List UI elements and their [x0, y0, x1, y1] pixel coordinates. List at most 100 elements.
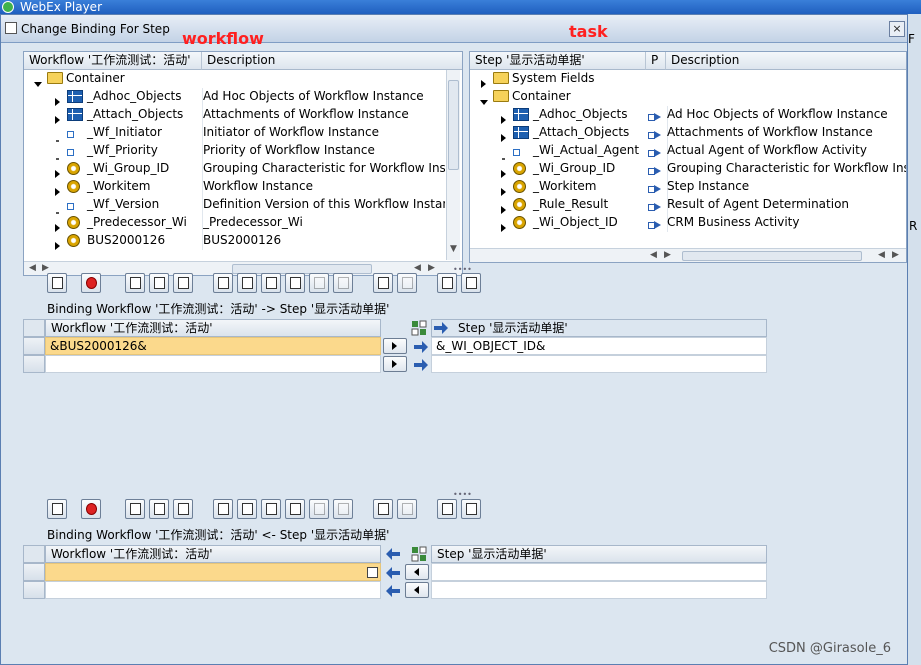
column-header-description[interactable]: Description [666, 52, 906, 70]
delete-dropdown-button[interactable] [81, 273, 101, 293]
insert-row-button[interactable] [213, 273, 233, 293]
expand-icon[interactable] [501, 133, 506, 142]
scroll-right-icon[interactable]: ▶ [42, 263, 49, 273]
copy-button[interactable] [173, 499, 193, 519]
expand-icon[interactable] [55, 223, 60, 232]
binding-source-field[interactable] [45, 355, 381, 373]
move-left-button[interactable] [405, 564, 429, 580]
paste-button[interactable] [125, 273, 145, 293]
cut-button[interactable] [149, 273, 169, 293]
append-row-button[interactable] [237, 499, 257, 519]
right-horizontal-scrollbar[interactable]: ◀ ▶ ◀ ▶ [470, 248, 906, 262]
table-settings-icon[interactable] [23, 545, 45, 563]
expand-icon[interactable] [55, 97, 60, 106]
append-row-button[interactable] [237, 273, 257, 293]
export-dropdown-button[interactable] [461, 499, 481, 519]
row-selector[interactable] [23, 355, 45, 373]
left-vertical-scrollbar[interactable]: ▼ [446, 70, 460, 260]
scrollbar-thumb[interactable] [448, 80, 459, 170]
column-header-description[interactable]: Description [202, 52, 462, 70]
tree-node-container[interactable]: Container [24, 70, 462, 88]
binding-source-field[interactable] [431, 581, 767, 599]
tree-node[interactable]: _Wf_Priority Priority of Workflow Instanc… [24, 142, 462, 160]
tree-node[interactable]: _Wi_Object_ID CRM Business Activity [470, 214, 906, 232]
print-button[interactable] [437, 273, 457, 293]
scrollbar-thumb[interactable] [682, 251, 862, 261]
tree-node[interactable]: _Workitem Step Instance [470, 178, 906, 196]
splitter-handle[interactable]: •••• [453, 490, 472, 499]
copy-button[interactable] [173, 273, 193, 293]
delete-row-button[interactable] [261, 499, 281, 519]
column-header-p[interactable]: P [646, 52, 666, 70]
tree-node[interactable]: _Attach_Objects Attachments of Workflow I… [470, 124, 906, 142]
scroll-right-icon[interactable]: ▶ [892, 250, 899, 260]
tree-node[interactable]: _Adhoc_Objects Ad Hoc Objects of Workflow… [24, 88, 462, 106]
binding-source-field[interactable]: &BUS2000126& [45, 337, 381, 355]
move-left-button[interactable] [405, 582, 429, 598]
tree-node[interactable]: _Rule_Result Result of Agent Determinatio… [470, 196, 906, 214]
details-button[interactable] [47, 273, 67, 293]
find-button[interactable] [373, 499, 393, 519]
scroll-down-icon[interactable]: ▼ [450, 244, 457, 254]
scroll-left-icon[interactable]: ◀ [29, 263, 36, 273]
row-selector[interactable] [23, 563, 45, 581]
tree-node[interactable]: _Adhoc_Objects Ad Hoc Objects of Workflow… [470, 106, 906, 124]
tree-node-system-fields[interactable]: System Fields [470, 70, 906, 88]
row-selector[interactable] [23, 337, 45, 355]
table-settings-icon[interactable] [23, 319, 45, 337]
expand-icon[interactable] [55, 115, 60, 124]
copy-row-button[interactable] [285, 499, 305, 519]
tree-node-container[interactable]: Container [470, 88, 906, 106]
tree-node[interactable]: _Wi_Group_ID Grouping Characteristic for … [24, 160, 462, 178]
expand-icon[interactable] [501, 187, 506, 196]
binding-target-field[interactable] [431, 355, 767, 373]
delete-row-button[interactable] [261, 273, 281, 293]
cut-button[interactable] [149, 499, 169, 519]
binding-source-field[interactable] [431, 563, 767, 581]
binding-target-field[interactable] [45, 581, 381, 599]
expand-icon[interactable] [55, 241, 60, 250]
scroll-right-icon[interactable]: ▶ [664, 250, 671, 260]
scroll-left-icon[interactable]: ◀ [414, 263, 421, 273]
tree-node[interactable]: _Wf_Initiator Initiator of Workflow Insta… [24, 124, 462, 142]
close-button[interactable]: × [889, 21, 905, 37]
find-button[interactable] [373, 273, 393, 293]
value-help-icon[interactable] [367, 567, 378, 578]
print-button[interactable] [437, 499, 457, 519]
move-right-button[interactable] [383, 338, 407, 354]
tree-node[interactable]: BUS2000126 BUS2000126 [24, 232, 462, 250]
expand-icon[interactable] [501, 115, 506, 124]
expand-icon[interactable] [55, 187, 60, 196]
tree-node[interactable]: _Wi_Group_ID Grouping Characteristic for … [470, 160, 906, 178]
expand-icon[interactable] [501, 169, 506, 178]
column-header-step[interactable]: Step '显示活动单据' [470, 52, 646, 70]
redo-button[interactable] [333, 273, 353, 293]
tree-node[interactable]: _Predecessor_Wi _Predecessor_Wi [24, 214, 462, 232]
splitter-handle[interactable]: •••• [453, 265, 472, 274]
tree-node[interactable]: _Attach_Objects Attachments of Workflow I… [24, 106, 462, 124]
tree-node[interactable]: _Workitem Workflow Instance [24, 178, 462, 196]
expand-icon[interactable] [501, 205, 506, 214]
copy-row-button[interactable] [285, 273, 305, 293]
undo-button[interactable] [309, 273, 329, 293]
binding-target-field[interactable] [45, 563, 381, 581]
details-button[interactable] [47, 499, 67, 519]
find-next-button[interactable] [397, 499, 417, 519]
undo-button[interactable] [309, 499, 329, 519]
generate-binding-icon[interactable] [411, 546, 427, 562]
collapse-icon[interactable] [480, 100, 488, 105]
scroll-left-icon[interactable]: ◀ [878, 250, 885, 260]
binding-target-field[interactable]: &_WI_OBJECT_ID& [431, 337, 767, 355]
tree-node[interactable]: _Wf_Version Definition Version of this Wo… [24, 196, 462, 214]
delete-dropdown-button[interactable] [81, 499, 101, 519]
export-dropdown-button[interactable] [461, 273, 481, 293]
expand-icon[interactable] [501, 223, 506, 232]
expand-icon[interactable] [55, 169, 60, 178]
paste-button[interactable] [125, 499, 145, 519]
collapse-icon[interactable] [34, 82, 42, 87]
column-header-workflow[interactable]: Workflow '工作流测试：活动' [24, 52, 202, 70]
insert-row-button[interactable] [213, 499, 233, 519]
expand-icon[interactable] [481, 79, 486, 88]
scroll-left-icon[interactable]: ◀ [650, 250, 657, 260]
generate-binding-icon[interactable] [411, 320, 427, 336]
